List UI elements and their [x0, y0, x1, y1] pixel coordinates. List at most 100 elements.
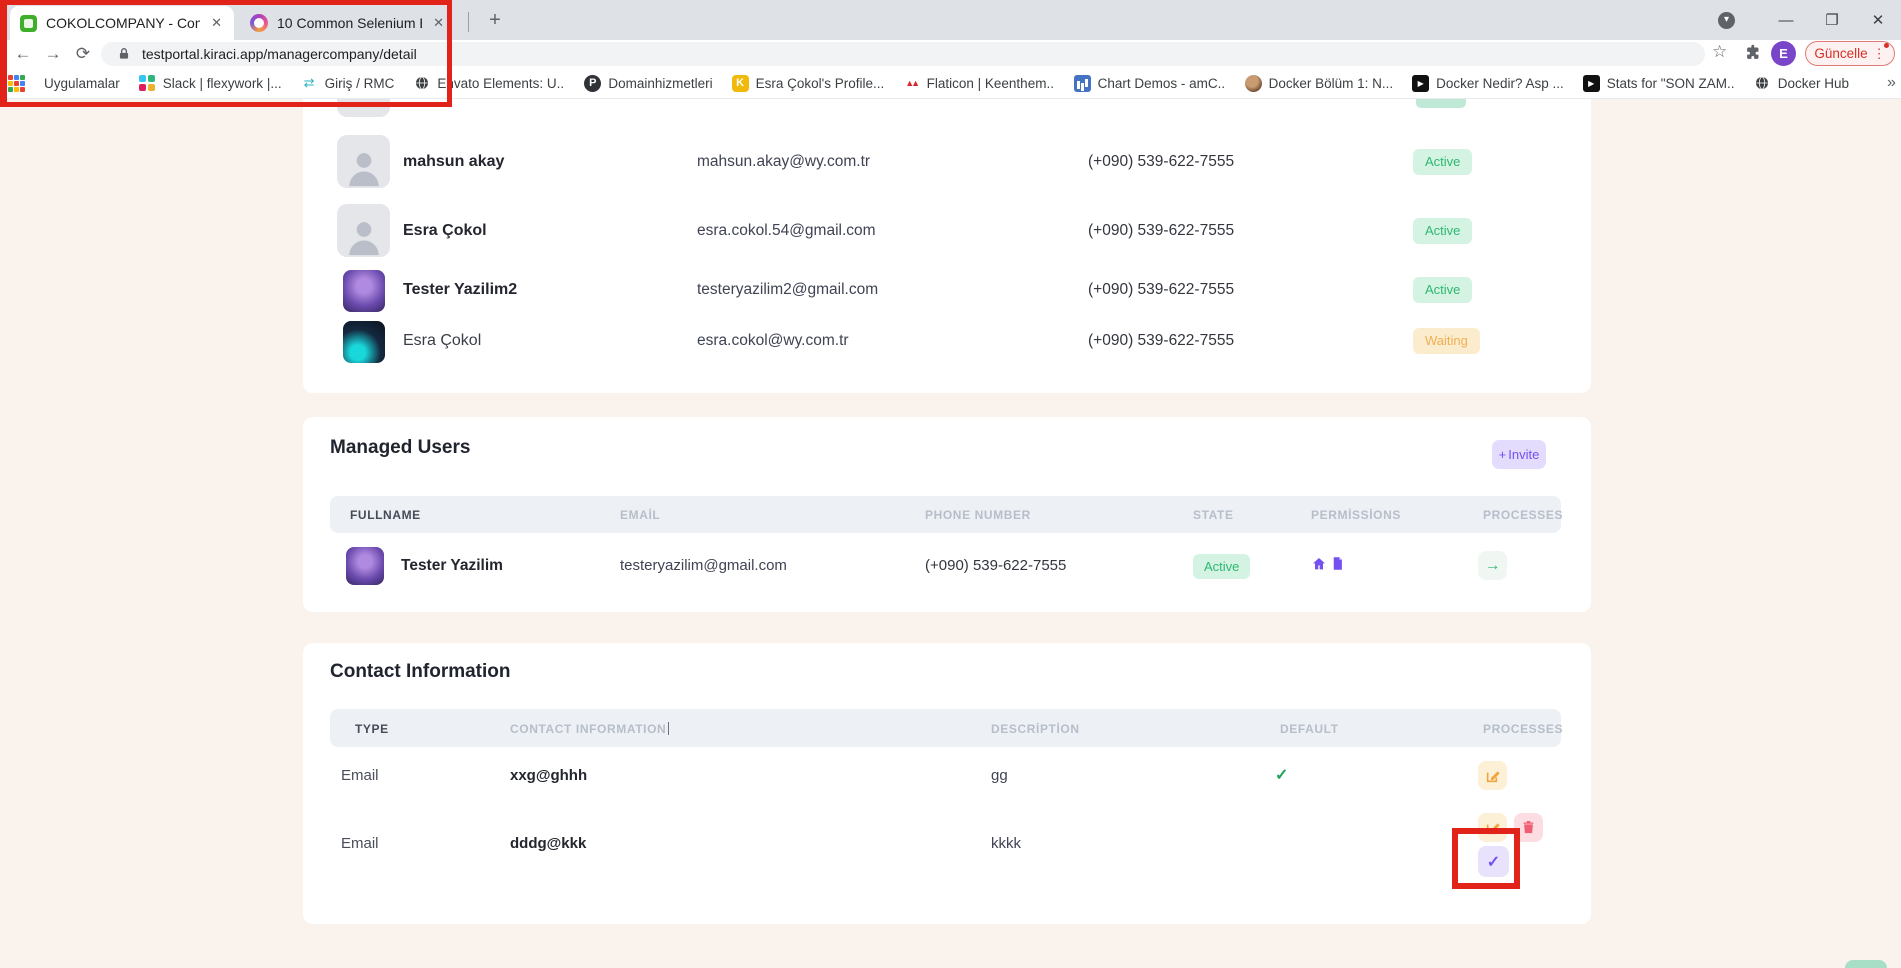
user-email: mahsun.akay@wy.com.tr	[697, 129, 870, 195]
document-icon	[1330, 556, 1345, 571]
plus-icon: +	[1499, 447, 1507, 462]
tab-title: COKOLCOMPANY - Company De	[46, 15, 200, 31]
update-label: Güncelle	[1814, 46, 1867, 61]
section-title: Contact Information	[330, 661, 511, 683]
avatar-placeholder-icon	[337, 204, 390, 257]
toast-sliver	[1845, 960, 1887, 968]
apps-grid-icon[interactable]	[8, 75, 25, 92]
contact-value: xxg@ghhh	[510, 756, 587, 796]
bookmark-stats[interactable]: ▶ Stats for "SON ZAM...	[1583, 75, 1735, 92]
minimize-button[interactable]: —	[1763, 12, 1809, 29]
globe-icon	[1754, 75, 1771, 92]
browser-window: COKOLCOMPANY - Company De ✕ 10 Common Se…	[0, 0, 1901, 968]
avatar	[337, 99, 390, 117]
extensions-icon[interactable]	[1745, 44, 1762, 61]
invite-button[interactable]: + Invite	[1492, 440, 1546, 469]
back-icon[interactable]: ←	[8, 44, 38, 64]
col-type: TYPE	[355, 722, 389, 736]
text-cursor	[668, 722, 669, 735]
restore-button[interactable]: ❐	[1809, 11, 1855, 29]
update-chrome-button[interactable]: Güncelle ⋮	[1805, 41, 1895, 66]
delete-button[interactable]	[1514, 813, 1543, 842]
bookmarks-overflow-icon[interactable]: »	[1887, 74, 1896, 92]
bookmark-slack[interactable]: Slack | flexywork |...	[139, 75, 282, 92]
open-detail-button[interactable]: →	[1478, 551, 1507, 580]
forward-icon[interactable]: →	[38, 44, 68, 64]
url-text: testportal.kiraci.app/managercompany/det…	[142, 46, 417, 62]
col-contact-information: CONTACT INFORMATION	[510, 722, 669, 736]
address-bar[interactable]: testportal.kiraci.app/managercompany/det…	[101, 42, 1705, 66]
col-default: DEFAULT	[1280, 722, 1339, 736]
new-tab-button[interactable]: +	[482, 8, 508, 34]
col-processes: PROCESSES	[1483, 508, 1563, 522]
bookmark-docker-nedir[interactable]: ▶ Docker Nedir? Asp ...	[1412, 75, 1564, 92]
col-phone: PHONE NUMBER	[925, 508, 1031, 522]
default-check-icon: ✓	[1275, 756, 1288, 796]
user-email: esra.cokol.54@gmail.com	[697, 198, 876, 264]
section-title: Managed Users	[330, 437, 470, 459]
slack-icon	[139, 75, 156, 92]
company-app-favicon	[20, 15, 37, 32]
user-phone: (+090) 539-622-7555	[925, 543, 1066, 589]
contact-value: dddg@kkk	[510, 824, 586, 864]
user-name: Esra Çokol	[403, 308, 481, 374]
page-content: mahsun akay mahsun.akay@wy.com.tr (+090)…	[0, 99, 1901, 968]
table-header: TYPE CONTACT INFORMATION DESCRİPTİON DEF…	[330, 709, 1561, 747]
close-window-button[interactable]: ✕	[1855, 11, 1901, 29]
home-icon	[1311, 556, 1327, 572]
edit-icon	[1485, 768, 1501, 784]
chart-icon	[1074, 75, 1091, 92]
avatar-photo	[346, 547, 384, 585]
close-tab-icon[interactable]: ✕	[431, 15, 446, 31]
col-email: EMAİL	[620, 508, 660, 522]
user-phone: (+090) 539-622-7555	[1088, 308, 1234, 374]
tab-selenium-exceptions[interactable]: 10 Common Selenium Exception ✕	[240, 6, 456, 40]
status-badge: Waiting	[1413, 328, 1480, 354]
bookmark-flaticon[interactable]: ▲▲ Flaticon | Keenthem...	[903, 75, 1055, 92]
lock-icon	[115, 46, 132, 63]
arrows-icon: ⇄	[301, 75, 318, 92]
bookmark-star-icon[interactable]: ☆	[1712, 42, 1727, 62]
bookmark-domainhizmetleri[interactable]: P Domainhizmetleri	[584, 75, 712, 92]
user-name: Esra Çokol	[403, 198, 487, 264]
col-fullname: FULLNAME	[350, 508, 421, 522]
tab-separator	[468, 12, 469, 32]
tab-bar: COKOLCOMPANY - Company De ✕ 10 Common Se…	[0, 0, 1901, 40]
window-controls: ▾ — ❐ ✕	[1718, 0, 1901, 40]
user-name: mahsun akay	[403, 129, 504, 195]
tab-search-icon[interactable]: ▾	[1718, 12, 1735, 29]
selenium-article-favicon	[250, 14, 268, 32]
kebab-menu-icon[interactable]: ⋮	[1873, 46, 1886, 62]
edit-button[interactable]	[1478, 761, 1507, 790]
reload-icon[interactable]: ⟳	[68, 44, 98, 64]
p-letter-icon: P	[584, 75, 601, 92]
contact-info-card: Contact Information TYPE CONTACT INFORMA…	[303, 643, 1591, 924]
bookmark-giris-rmc[interactable]: ⇄ Giriş / RMC	[301, 75, 395, 92]
profile-avatar[interactable]: E	[1771, 41, 1796, 66]
bookmark-docker-bolum[interactable]: Docker Bölüm 1: N...	[1245, 75, 1394, 92]
company-users-card: mahsun akay mahsun.akay@wy.com.tr (+090)…	[303, 99, 1591, 393]
k-letter-icon: K	[732, 75, 749, 92]
contact-type: Email	[341, 824, 379, 864]
user-name: Tester Yazilim	[401, 543, 503, 589]
contact-type: Email	[341, 756, 379, 796]
user-row: mahsun akay mahsun.akay@wy.com.tr (+090)…	[303, 129, 1591, 195]
bookmarks-bar: Uygulamalar Slack | flexywork |... ⇄ Gir…	[0, 68, 1901, 99]
edit-button[interactable]	[1478, 813, 1507, 842]
contact-description: gg	[991, 756, 1008, 796]
close-tab-icon[interactable]: ✕	[209, 15, 224, 31]
bookmark-uygulamalar[interactable]: Uygulamalar	[44, 76, 120, 91]
user-email: esra.cokol@wy.com.tr	[697, 308, 849, 374]
bookmark-docker-hub[interactable]: Docker Hub	[1754, 75, 1849, 92]
bookmark-chart-demos[interactable]: Chart Demos - amC...	[1074, 75, 1226, 92]
permissions-icons	[1311, 556, 1345, 572]
avatar-placeholder-icon	[337, 135, 390, 188]
tab-company-detail[interactable]: COKOLCOMPANY - Company De ✕	[10, 6, 234, 40]
confirm-button[interactable]: ✓	[1478, 846, 1509, 877]
person-photo-icon	[1245, 75, 1262, 92]
bookmark-esra-profile[interactable]: K Esra Çokol's Profile...	[732, 75, 884, 92]
bookmark-envato[interactable]: Envato Elements: U...	[413, 75, 565, 92]
browser-toolbar: ← → ⟳ testportal.kiraci.app/managercompa…	[0, 40, 1901, 68]
edit-icon	[1485, 820, 1501, 836]
table-header: FULLNAME EMAİL PHONE NUMBER STATE PERMİS…	[330, 496, 1561, 533]
